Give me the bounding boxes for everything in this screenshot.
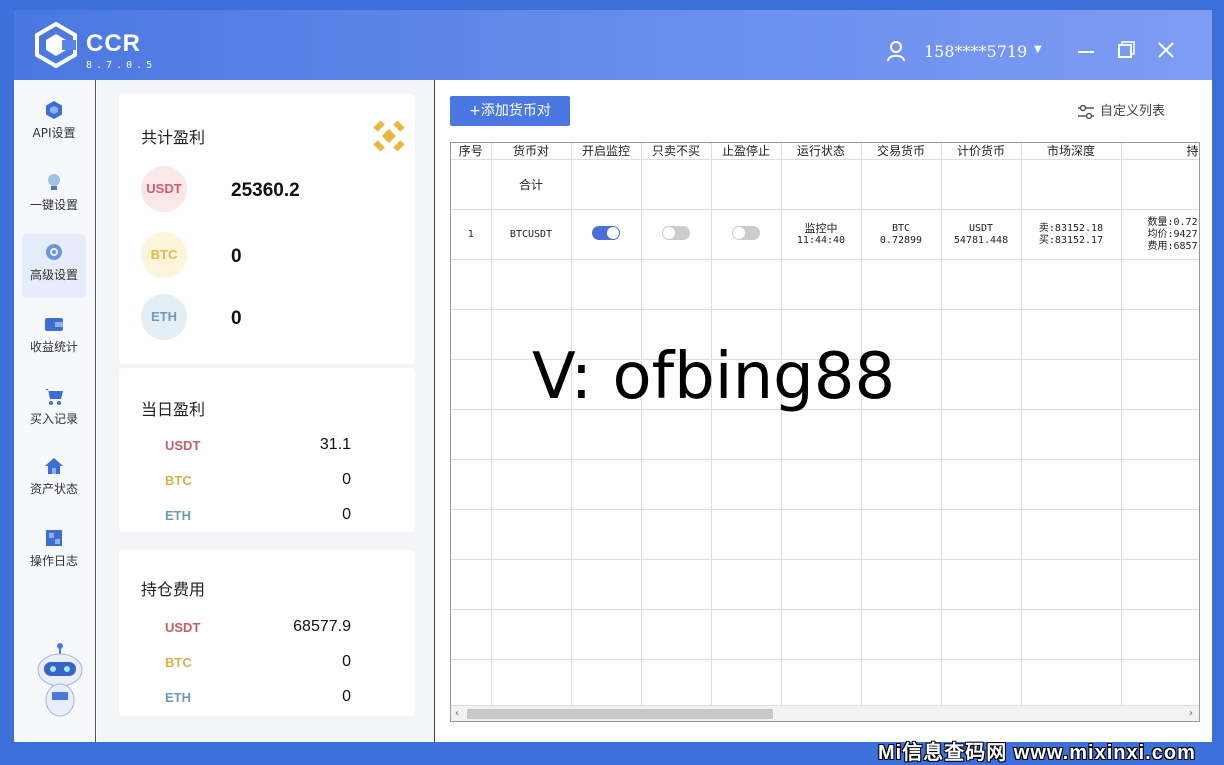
eth-badge: ETH [141,294,187,340]
col-header-monitor[interactable]: 开启监控 [571,143,642,160]
holding-btc-value: 0 [342,653,351,670]
scrollbar-thumb[interactable] [467,709,773,719]
col-header-sell-only[interactable]: 只卖不买 [641,143,712,160]
sidebar-item-profit-stats[interactable]: 收益统计 [22,306,86,370]
user-icon[interactable] [886,40,906,62]
col-header-pair[interactable]: 货币对 [491,143,572,160]
col-header-depth[interactable]: 市场深度 [1021,143,1122,160]
ccr-logo-icon [35,22,77,68]
row-quote-coin: USDT 54781.448 [941,209,1022,260]
site-watermark: Mi信息查码网 www.mixinxi.com [878,742,1196,764]
sliders-icon [1078,104,1094,119]
sidebar-item-advanced[interactable]: 高级设置 [22,234,86,298]
pairs-table: 序号 货币对 开启监控 只卖不买 止盈停止 运行状态 交易货币 计价货币 市场深… [450,142,1200,722]
app-name: CCR [86,30,141,57]
scroll-right-icon[interactable]: › [1189,706,1193,721]
binance-logo-icon [373,120,405,152]
holding-eth-value: 0 [342,688,351,705]
sidebar-item-asset-status[interactable]: 资产状态 [22,448,86,512]
total-profit-title: 共计盈利 [141,128,206,147]
table-header-row: 序号 货币对 开启监控 只卖不买 止盈停止 运行状态 交易货币 计价货币 市场深… [451,143,1199,160]
daily-profit-card: 当日盈利 USDT 31.1 BTC 0 ETH 0 [119,368,415,532]
row-status: 监控中 11:44:40 [781,209,862,260]
app-version: 8.7.0.5 [86,60,157,71]
col-header-status[interactable]: 运行状态 [781,143,862,160]
tp-stop-toggle[interactable] [732,226,760,240]
row-pair: BTCUSDT [491,209,572,260]
custom-columns-label: 自定义列表 [1100,104,1166,119]
total-label: 合计 [491,159,572,210]
daily-btc-label: BTC [165,473,192,488]
col-header-index[interactable]: 序号 [451,143,492,160]
row-position: 数量:0.72 均价:9427 费用:6857 [1121,209,1199,260]
holding-cost-title: 持仓费用 [141,580,206,599]
holding-usdt-value: 68577.9 [293,618,351,635]
daily-eth-label: ETH [165,508,191,523]
col-header-trade-coin[interactable]: 交易货币 [861,143,942,160]
col-header-tp-stop[interactable]: 止盈停止 [711,143,782,160]
sidebar-item-buy-records[interactable]: 买入记录 [22,378,86,442]
col-header-quote-coin[interactable]: 计价货币 [941,143,1022,160]
sell-only-toggle[interactable] [662,226,690,240]
gear-icon [46,244,62,260]
sidebar-item-operation-log[interactable]: 操作日志 [22,520,86,584]
holding-btc-label: BTC [165,655,192,670]
total-btc-value: 0 [231,246,242,267]
contact-watermark: V: ofbing88 [532,340,896,414]
monitor-toggle[interactable] [592,226,620,240]
maximize-icon[interactable] [1116,40,1136,60]
chevron-down-icon[interactable]: ▼ [1034,44,1042,55]
close-icon[interactable] [1156,40,1176,60]
row-trade-coin: BTC 0.72899 [861,209,942,260]
robot-mascot-icon [37,643,83,717]
total-usdt-value: 25360.2 [231,180,300,201]
sidebar: API设置 一键设置 高级设置 收益统计 买入记录 资产状态 操作日志 [14,80,96,742]
table-row[interactable]: 1 BTCUSDT 监控中 11:44:40 BTC 0.72899 USDT 547… [451,209,1199,260]
col-header-position[interactable]: 持仓数 [1121,143,1199,160]
holding-eth-label: ETH [165,690,191,705]
wallet-icon [45,318,63,331]
home-icon [45,458,63,474]
minimize-icon[interactable] [1076,40,1096,60]
row-depth: 卖:83152.18 买:83152.17 [1021,209,1122,260]
row-index: 1 [451,209,492,260]
log-icon [46,530,62,546]
total-profit-card: 共计盈利 USDT 25360.2 BTC 0 ETH 0 [119,94,415,364]
daily-btc-value: 0 [342,471,351,488]
sidebar-item-quick-setup[interactable]: 一键设置 [22,164,86,228]
cart-icon [45,389,63,405]
usdt-badge: USDT [141,166,187,212]
daily-profit-title: 当日盈利 [141,400,206,419]
sidebar-item-api[interactable]: API设置 [22,92,86,156]
daily-usdt-value: 31.1 [319,436,351,453]
table-total-row: 合计 [451,159,1199,210]
daily-usdt-label: USDT [165,438,201,453]
holding-usdt-label: USDT [165,620,201,635]
stats-panel: 共计盈利 USDT 25360.2 BTC 0 ETH 0 当日盈利 USDT … [97,80,435,742]
cube-icon [46,101,62,119]
custom-columns-button[interactable]: 自定义列表 [1078,100,1165,119]
horizontal-scrollbar[interactable]: ‹ › [451,705,1199,721]
user-account[interactable]: 158****5719 [924,42,1027,61]
daily-eth-value: 0 [342,506,351,523]
total-eth-value: 0 [231,308,242,329]
btc-badge: BTC [141,232,187,278]
scroll-left-icon[interactable]: ‹ [455,706,459,721]
lightbulb-icon [48,174,60,190]
add-pair-button[interactable]: +添加货币对 [450,96,570,126]
holding-cost-card: 持仓费用 USDT 68577.9 BTC 0 ETH 0 [119,550,415,716]
title-bar: CCR 8.7.0.5 158****5719 ▼ [14,10,1212,80]
